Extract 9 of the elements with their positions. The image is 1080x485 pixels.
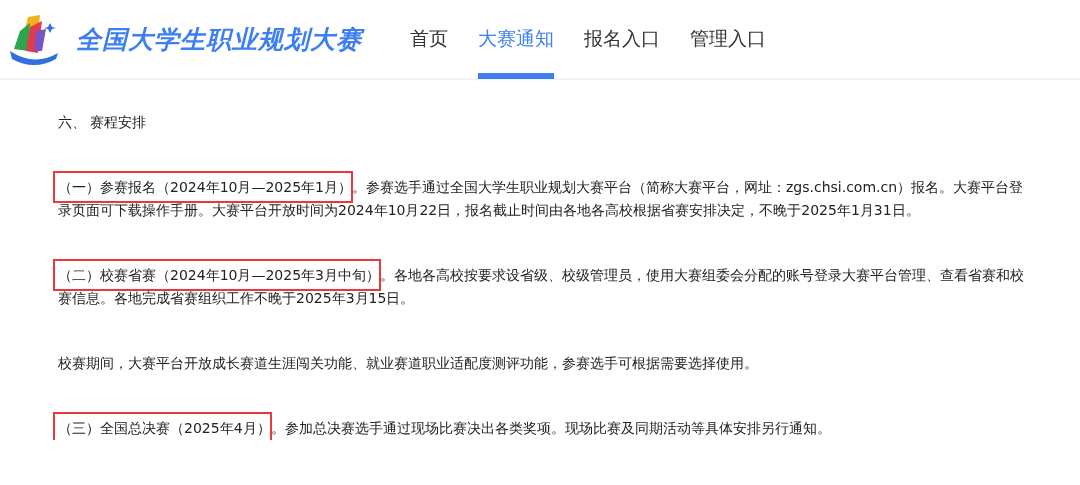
paragraph-text: （二）校赛省赛（2024年10月—2025年3月中旬）。各地各高校按要求设省级、校级管理员，使用大赛组委会分配的账号登录大赛平台管理、查看省赛和校赛信息。各地完成省赛组织工作不晚于2025年3月15日。 [58, 264, 1033, 310]
paragraph-text: （三）全国总决赛（2025年4月）。参加总决赛选手通过现场比赛决出各类奖项。现场比赛及同期活动等具体安排另行通知。 [58, 417, 1033, 440]
paragraph-text: （一）参赛报名（2024年10月—2025年1月）。参赛选手通过全国大学生职业规划大赛平台（简称大赛平台，网址：zgs.chsi.com.cn）报名。大赛平台登录页面可下载操作手册。大赛平台开放时间为2024年10月22日，报名截止时间由各地各高校根据省赛安排决定，不晚于2025年1月31日。 [58, 176, 1033, 222]
nav-tab[interactable]: 首页 [410, 0, 448, 79]
nav-tab[interactable]: 报名入口 [584, 0, 660, 79]
section-heading: 六、 赛程安排 [58, 114, 148, 132]
nav-tab[interactable]: 管理入口 [690, 0, 766, 79]
nav-tab[interactable]: 大赛通知 [478, 0, 554, 79]
paragraph-text: 校赛期间，大赛平台开放成长赛道生涯闯关功能、就业赛道职业适配度测评功能，参赛选手可根据需要选择使用。 [58, 354, 759, 373]
